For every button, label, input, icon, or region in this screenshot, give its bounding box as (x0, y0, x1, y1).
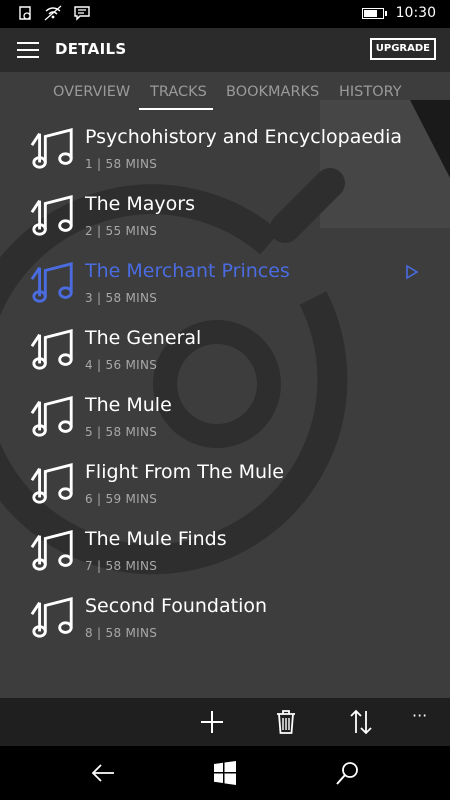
tab-history[interactable]: HISTORY (339, 84, 402, 100)
track-meta: 1 | 58 MINS (85, 157, 158, 171)
back-arrow-icon[interactable] (90, 760, 116, 786)
app-bar: ··· (0, 698, 450, 746)
wifi-icon (44, 5, 62, 21)
play-icon[interactable] (405, 264, 419, 280)
track-title: Second Foundation (85, 595, 268, 617)
track-row[interactable]: Flight From The Mule 6 | 59 MINS (0, 455, 450, 522)
track-row[interactable]: Psychohistory and Encyclopaedia 1 | 58 MI… (0, 120, 450, 187)
track-meta: 4 | 56 MINS (85, 358, 158, 372)
track-row[interactable]: The Mule Finds 7 | 58 MINS (0, 522, 450, 589)
track-meta: 3 | 58 MINS (85, 291, 158, 305)
clock: 10:30 (395, 5, 436, 21)
music-note-icon (30, 462, 73, 504)
track-row[interactable]: Second Foundation 8 | 58 MINS (0, 589, 450, 656)
plus-icon[interactable] (198, 708, 226, 736)
track-meta: 7 | 58 MINS (85, 559, 158, 573)
app-header: DETAILS UPGRADE (0, 28, 450, 72)
music-note-icon (30, 596, 73, 638)
music-note-icon (30, 261, 73, 303)
hamburger-menu-icon[interactable] (17, 42, 39, 58)
music-note-icon (30, 328, 73, 370)
tab-bookmarks[interactable]: BOOKMARKS (226, 84, 319, 100)
track-row[interactable]: The Merchant Princes 3 | 58 MINS (0, 254, 450, 321)
music-note-icon (30, 194, 73, 236)
track-title: The Mule Finds (85, 528, 227, 550)
trash-icon[interactable] (272, 708, 300, 736)
track-title: The Merchant Princes (85, 260, 290, 282)
more-options-button[interactable]: ··· (412, 706, 440, 734)
track-title: The Mayors (85, 193, 195, 215)
music-note-icon (30, 127, 73, 169)
track-title: The Mule (85, 394, 172, 416)
track-title: Flight From The Mule (85, 461, 284, 483)
track-meta: 6 | 59 MINS (85, 492, 158, 506)
status-bar: 10:30 (0, 0, 450, 28)
tab-bar: OVERVIEW TRACKS BOOKMARKS HISTORY (0, 84, 450, 112)
system-nav-bar (0, 746, 450, 800)
track-title: Psychohistory and Encyclopaedia (85, 126, 403, 148)
music-note-icon (30, 395, 73, 437)
track-title: The General (85, 327, 202, 349)
windows-icon[interactable] (212, 760, 238, 786)
message-icon (74, 6, 90, 21)
track-row[interactable]: The Mule 5 | 58 MINS (0, 388, 450, 455)
tab-overview[interactable]: OVERVIEW (53, 84, 130, 100)
music-note-icon (30, 529, 73, 571)
tab-tracks[interactable]: TRACKS (150, 84, 207, 100)
track-meta: 5 | 58 MINS (85, 425, 158, 439)
track-meta: 2 | 55 MINS (85, 224, 158, 238)
track-row[interactable]: The Mayors 2 | 55 MINS (0, 187, 450, 254)
track-meta: 8 | 58 MINS (85, 626, 158, 640)
notification-icon (19, 6, 31, 20)
sort-icon[interactable] (347, 708, 375, 736)
page-title: DETAILS (55, 40, 127, 58)
battery-icon (361, 7, 387, 19)
active-tab-indicator (139, 108, 213, 110)
search-icon[interactable] (335, 760, 361, 786)
upgrade-button[interactable]: UPGRADE (369, 38, 436, 60)
track-row[interactable]: The General 4 | 56 MINS (0, 321, 450, 388)
